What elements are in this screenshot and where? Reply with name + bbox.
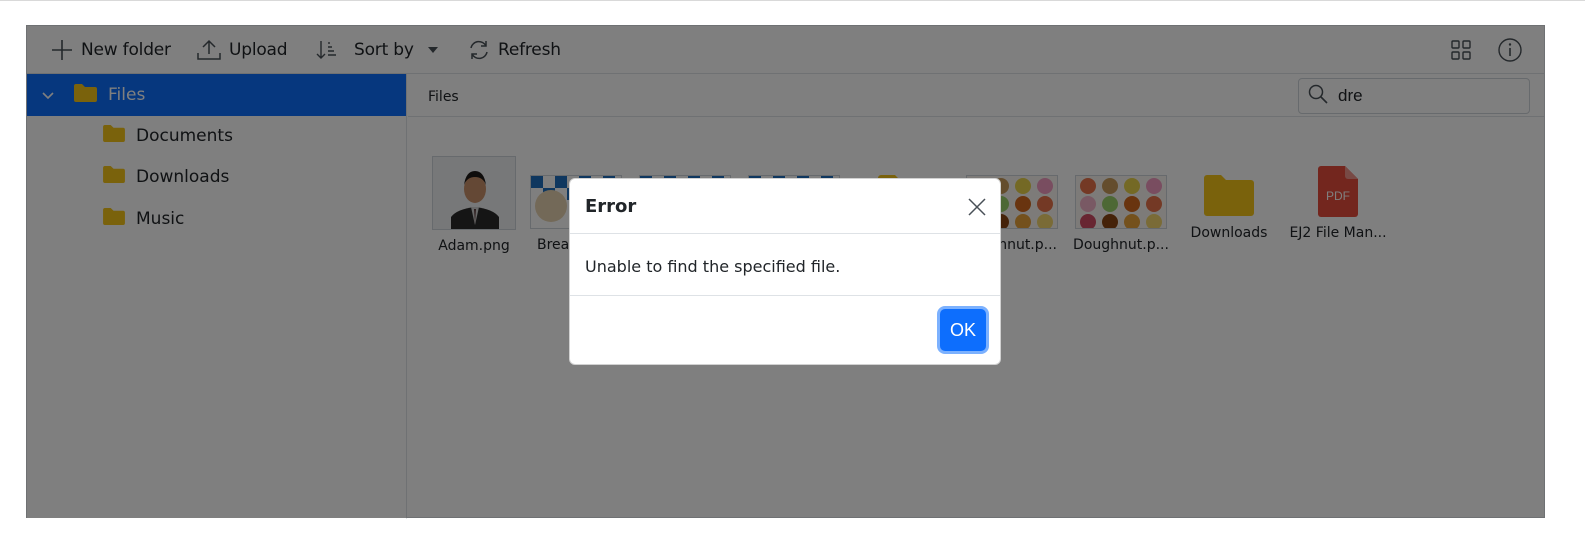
top-divider	[0, 0, 1585, 1]
dialog-body: Unable to find the specified file.	[570, 234, 1000, 296]
dialog-header: Error	[570, 179, 1000, 234]
dialog-title: Error	[585, 196, 637, 217]
error-dialog: Error Unable to find the specified file.…	[569, 178, 1001, 365]
dialog-message: Unable to find the specified file.	[585, 257, 841, 276]
dialog-footer: OK	[570, 296, 1000, 365]
ok-button[interactable]: OK	[940, 309, 986, 351]
close-icon[interactable]	[968, 198, 986, 216]
